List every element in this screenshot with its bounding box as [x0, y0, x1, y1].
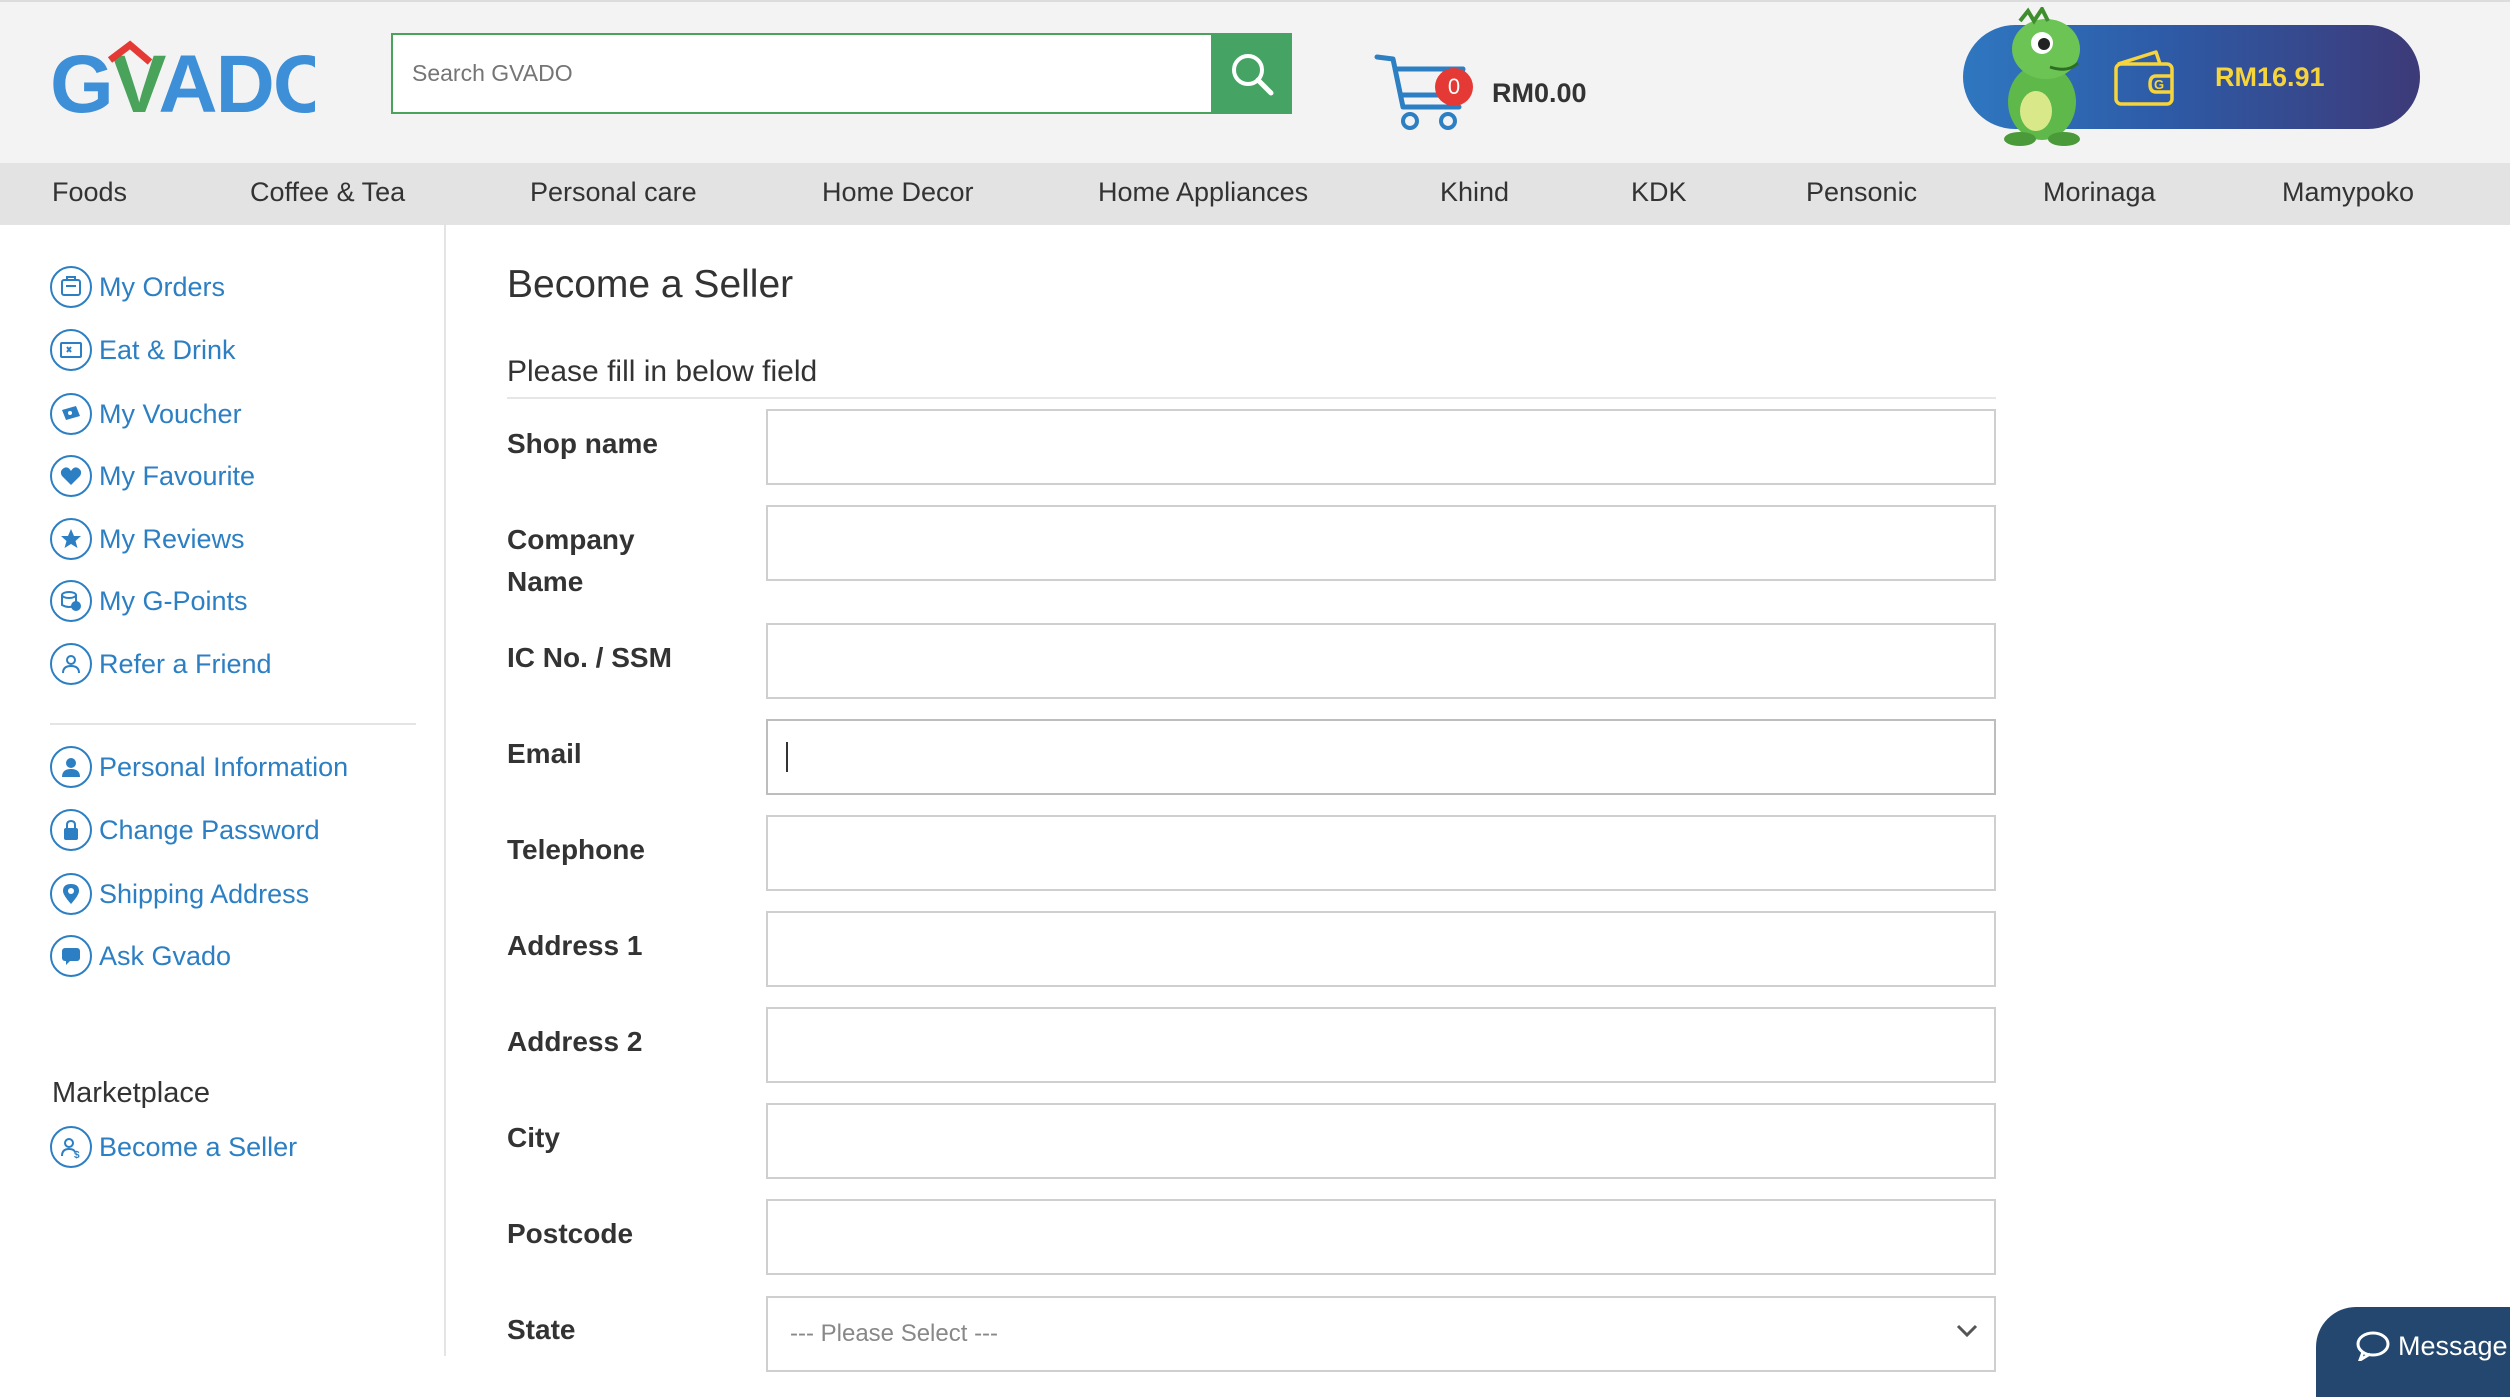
site-header: GVADO 0 RM0.00 G RM1: [0, 0, 2510, 163]
company-name-label: Company Name: [507, 524, 635, 597]
search-button[interactable]: [1211, 33, 1292, 114]
sidebar-item-my-g-points[interactable]: My G-Points: [50, 578, 248, 624]
sidebar-item-label: Change Password: [99, 814, 320, 845]
category-foods[interactable]: Foods: [52, 177, 127, 208]
voucher-icon: [50, 393, 92, 435]
state-label: State: [507, 1314, 576, 1345]
chat-bubble-icon: [2356, 1331, 2390, 1361]
postcode-label: Postcode: [507, 1218, 634, 1249]
email-label: Email: [507, 738, 582, 769]
sidebar-item-my-voucher[interactable]: My Voucher: [50, 391, 242, 437]
wallet-amount: RM16.91: [2215, 62, 2325, 92]
city-label: City: [507, 1122, 560, 1153]
sidebar-item-shipping-address[interactable]: Shipping Address: [50, 871, 309, 917]
user-icon: [50, 746, 92, 788]
category-home-decor[interactable]: Home Decor: [822, 177, 974, 208]
sidebar-item-personal-information[interactable]: Personal Information: [50, 744, 348, 790]
sidebar-item-ask-gvado[interactable]: Ask Gvado: [50, 933, 231, 979]
search-bar: [391, 33, 1292, 114]
svg-text:GVADO: GVADO: [50, 40, 315, 130]
sidebar-item-refer-a-friend[interactable]: Refer a Friend: [50, 641, 272, 687]
refer-icon: [50, 643, 92, 685]
sidebar-item-label: Shipping Address: [99, 878, 310, 909]
sidebar-item-label: Ask Gvado: [99, 940, 232, 971]
email-field[interactable]: [766, 719, 1996, 795]
category-personal-care[interactable]: Personal care: [530, 177, 697, 208]
cart-count-badge: 0: [1435, 68, 1473, 106]
chat-icon: [50, 935, 92, 977]
gvado-logo[interactable]: GVADO: [50, 40, 315, 130]
marketplace-heading: Marketplace: [52, 1077, 210, 1109]
city-field[interactable]: [766, 1103, 1996, 1179]
sidebar-item-become-a-seller[interactable]: $ Become a Seller: [50, 1124, 297, 1170]
sidebar-item-label: My Favourite: [99, 460, 256, 491]
search-input[interactable]: [391, 33, 1213, 114]
sidebar-item-label: Eat & Drink: [99, 334, 236, 365]
orders-icon: [50, 266, 92, 308]
coins-icon: [50, 580, 92, 622]
message-button[interactable]: Message: [2316, 1307, 2510, 1397]
address-2-label: Address 2: [507, 1026, 643, 1057]
ic-no-ssm-field[interactable]: [766, 623, 1996, 699]
chevron-down-icon: [1956, 1324, 1978, 1338]
sidebar-item-change-password[interactable]: Change Password: [50, 807, 320, 853]
state-select-value: --- Please Select ---: [790, 1320, 999, 1347]
address-1-label: Address 1: [507, 930, 643, 961]
category-pensonic[interactable]: Pensonic: [1806, 177, 1917, 208]
sidebar-item-label: My G-Points: [99, 585, 248, 616]
category-coffee-tea[interactable]: Coffee & Tea: [250, 177, 405, 208]
shop-name-label: Shop name: [507, 428, 658, 459]
shop-name-field[interactable]: [766, 409, 1996, 485]
section-divider: [507, 397, 1996, 399]
sidebar-item-my-favourite[interactable]: My Favourite: [50, 453, 255, 499]
seller-icon: $: [50, 1126, 92, 1168]
message-button-label: Message: [2398, 1331, 2508, 1361]
dinosaur-mascot-icon: [2004, 7, 2080, 146]
sidebar-item-label: Refer a Friend: [99, 648, 272, 679]
svg-text:G: G: [2154, 77, 2164, 92]
ic-no-ssm-label: IC No. / SSM: [507, 642, 672, 673]
wallet-icon: G: [2114, 50, 2174, 106]
sidebar-divider: [50, 723, 416, 725]
sidebar-item-label: My Reviews: [99, 523, 245, 554]
state-select[interactable]: --- Please Select ---: [766, 1296, 1996, 1372]
category-mamypoko[interactable]: Mamypoko: [2282, 177, 2414, 208]
sidebar-item-label: My Orders: [99, 271, 226, 302]
svg-text:$: $: [74, 1150, 80, 1159]
star-icon: [50, 518, 92, 560]
search-icon: [1231, 53, 1273, 95]
form-instructions: Please fill in below field: [507, 355, 818, 388]
sidebar-item-label: Personal Information: [99, 751, 349, 782]
eat-drink-icon: [50, 329, 92, 371]
category-morinaga[interactable]: Morinaga: [2043, 177, 2156, 208]
postcode-field[interactable]: [766, 1199, 1996, 1275]
category-khind[interactable]: Khind: [1440, 177, 1509, 208]
address-2-field[interactable]: [766, 1007, 1996, 1083]
account-sidebar: My Orders Eat & Drink My Voucher My Favo…: [0, 225, 446, 1356]
sidebar-item-label: My Voucher: [99, 398, 242, 429]
sidebar-item-my-reviews[interactable]: My Reviews: [50, 516, 245, 562]
category-home-appliances[interactable]: Home Appliances: [1098, 177, 1308, 208]
sidebar-item-eat-drink[interactable]: Eat & Drink: [50, 327, 236, 373]
sidebar-item-my-orders[interactable]: My Orders: [50, 264, 225, 310]
category-nav: Foods Coffee & Tea Personal care Home De…: [0, 163, 2510, 225]
text-cursor: [786, 742, 788, 772]
telephone-label: Telephone: [507, 834, 645, 865]
address-1-field[interactable]: [766, 911, 1996, 987]
category-kdk[interactable]: KDK: [1631, 177, 1687, 208]
sidebar-item-label: Become a Seller: [99, 1131, 298, 1162]
lock-icon: [50, 809, 92, 851]
company-name-field[interactable]: [766, 505, 1996, 581]
telephone-field[interactable]: [766, 815, 1996, 891]
location-pin-icon: [50, 873, 92, 915]
page-title: Become a Seller: [507, 263, 794, 306]
cart-total: RM0.00: [1492, 78, 1587, 108]
heart-icon: [50, 455, 92, 497]
